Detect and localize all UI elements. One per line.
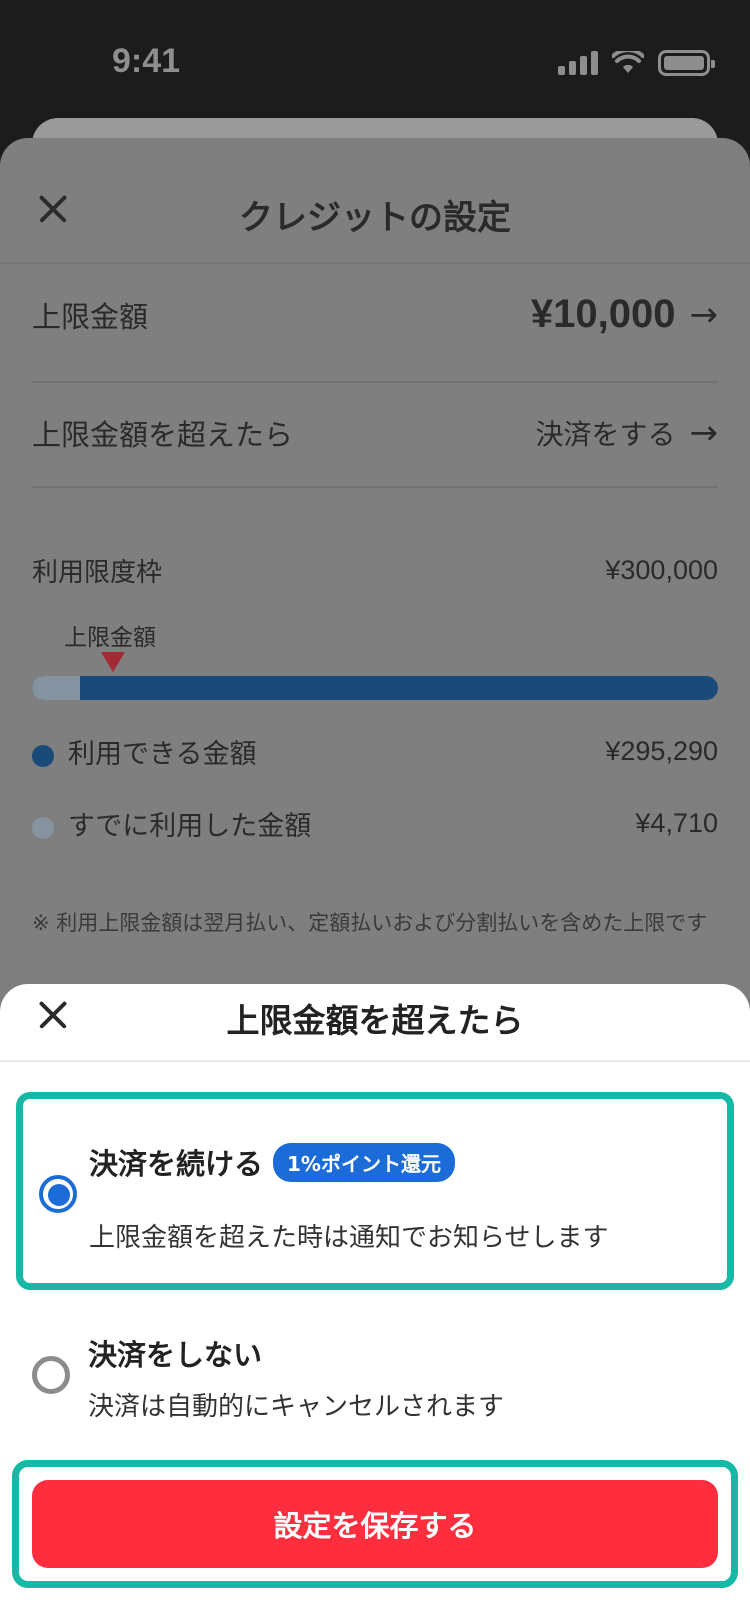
limit-note: ※ 利用上限金額は翌月払い、定額払いおよび分割払いを含めた上限です [32, 911, 708, 935]
used-label: すでに利用した金額 [68, 811, 312, 842]
radio-unselected-icon[interactable] [32, 1356, 70, 1394]
option-stop-payment[interactable]: 決済をしない 決済は自動的にキャンセルされます [16, 1318, 734, 1438]
used-amount-row: すでに利用した金額 ¥4,710 [32, 804, 718, 843]
usage-progress-bar [32, 676, 718, 700]
used-value: ¥4,710 [635, 808, 718, 838]
available-amount-row: 利用できる金額 ¥295,290 [32, 732, 718, 771]
option-title: 決済を続ける [89, 1147, 264, 1181]
modal-title: 上限金額を超えたら [226, 1001, 524, 1040]
limit-amount-row[interactable]: 上限金額 ¥10,000 → [32, 292, 718, 337]
status-time: 9:41 [112, 42, 181, 80]
modal-header: 上限金額を超えたら [0, 984, 750, 1062]
available-label: 利用できる金額 [68, 739, 257, 770]
option-description: 決済は自動的にキャンセルされます [88, 1392, 505, 1422]
exceed-limit-row[interactable]: 上限金額を超えたら 決済をする → [32, 412, 718, 454]
exceed-limit-value: 決済をする [535, 418, 676, 451]
limit-marker-icon [101, 652, 125, 672]
cellular-signal-icon [558, 51, 598, 75]
usage-limit-value: ¥300,000 [605, 555, 718, 585]
used-legend-dot [32, 816, 54, 839]
option-continue-payment[interactable]: 決済を続ける 1%ポイント還元 上限金額を超えた時は通知でお知らせします [16, 1092, 734, 1290]
divider [32, 486, 718, 488]
arrow-right-icon: → [689, 413, 719, 453]
divider [32, 381, 718, 383]
exceed-limit-label: 上限金額を超えたら [32, 418, 294, 452]
arrow-right-icon: → [689, 294, 719, 335]
gauge-limit-caption: 上限金額 [64, 625, 156, 651]
status-icons [558, 50, 715, 76]
available-value: ¥295,290 [605, 736, 718, 766]
option-description: 上限金額を超えた時は通知でお知らせします [89, 1223, 609, 1253]
limit-amount-value: ¥10,000 [530, 292, 676, 336]
credit-settings-header: クレジットの設定 [0, 138, 750, 264]
radio-selected-icon[interactable] [39, 1175, 77, 1213]
available-legend-dot [32, 744, 54, 767]
usage-limit-row: 利用限度枠 ¥300,000 [32, 552, 718, 589]
save-button-highlight: 設定を保存する [12, 1460, 738, 1588]
limit-amount-label: 上限金額 [32, 299, 149, 334]
battery-icon [658, 50, 715, 76]
save-settings-button[interactable]: 設定を保存する [32, 1480, 718, 1568]
used-portion [32, 676, 81, 700]
wifi-icon [612, 51, 644, 73]
point-badge: 1%ポイント還元 [273, 1143, 455, 1182]
page-title: クレジットの設定 [239, 198, 511, 238]
usage-limit-label: 利用限度枠 [32, 558, 163, 588]
option-title: 決済をしない [88, 1338, 263, 1372]
